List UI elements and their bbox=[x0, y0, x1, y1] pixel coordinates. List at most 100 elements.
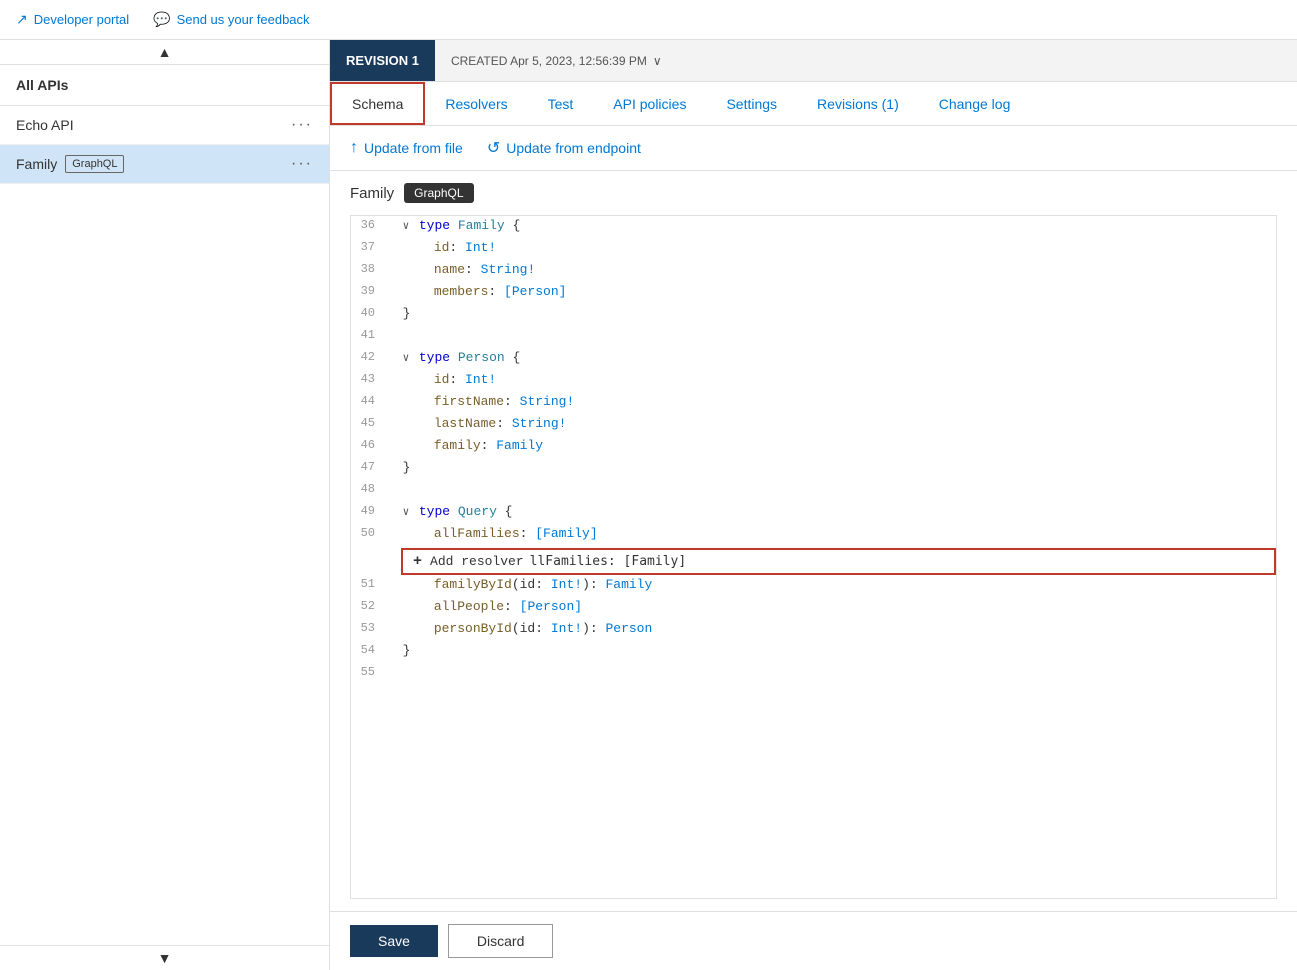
line-number: 50 bbox=[351, 524, 387, 540]
code-line: 42 ∨ type Person { bbox=[351, 348, 1276, 370]
family-graphql-badge: GraphQL bbox=[65, 155, 124, 173]
line-content: id: Int! bbox=[387, 238, 1268, 255]
revision-meta: CREATED Apr 5, 2023, 12:56:39 PM ∨ bbox=[435, 54, 678, 68]
revision-chevron[interactable]: ∨ bbox=[653, 54, 662, 68]
line-content: } bbox=[387, 641, 1268, 658]
upload-file-icon: ↑ bbox=[350, 139, 358, 157]
line-number: 52 bbox=[351, 597, 387, 613]
external-link-icon: ↗ bbox=[16, 11, 28, 28]
tab-test[interactable]: Test bbox=[528, 82, 594, 125]
line-number: 40 bbox=[351, 304, 387, 320]
main-layout: ▲ All APIs Echo API ··· Family GraphQL ·… bbox=[0, 40, 1297, 970]
feedback-icon: 💬 bbox=[153, 11, 170, 28]
code-line: 53 personById(id: Int!): Person bbox=[351, 619, 1276, 641]
code-line: 54 } bbox=[351, 641, 1276, 663]
line-content: } bbox=[387, 458, 1268, 475]
line-content: firstName: String! bbox=[387, 392, 1268, 409]
add-resolver-row[interactable]: + Add resolver llFamilies: [Family] bbox=[401, 548, 1276, 575]
tab-schema[interactable]: Schema bbox=[330, 82, 425, 125]
revision-created-label: CREATED Apr 5, 2023, 12:56:39 PM bbox=[451, 54, 647, 68]
code-line: 41 bbox=[351, 326, 1276, 348]
action-bar: ↑ Update from file ↺ Update from endpoin… bbox=[330, 126, 1297, 171]
tab-schema-label: Schema bbox=[352, 96, 403, 112]
sidebar-item-family[interactable]: Family GraphQL ··· bbox=[0, 145, 329, 184]
update-from-endpoint-button[interactable]: ↺ Update from endpoint bbox=[487, 138, 641, 158]
code-line: 49 ∨ type Query { bbox=[351, 502, 1276, 524]
code-line: 52 allPeople: [Person] bbox=[351, 597, 1276, 619]
line-content: members: [Person] bbox=[387, 282, 1268, 299]
line-content: family: Family bbox=[387, 436, 1268, 453]
tab-revisions-label: Revisions (1) bbox=[817, 96, 899, 112]
revision-tab[interactable]: REVISION 1 bbox=[330, 40, 435, 81]
line-content: lastName: String! bbox=[387, 414, 1268, 431]
tab-api-policies[interactable]: API policies bbox=[593, 82, 706, 125]
content-area: REVISION 1 CREATED Apr 5, 2023, 12:56:39… bbox=[330, 40, 1297, 970]
code-line: 50 allFamilies: [Family] bbox=[351, 524, 1276, 546]
tab-settings-label: Settings bbox=[726, 96, 777, 112]
add-resolver-label-text: Add resolver bbox=[430, 554, 524, 569]
tab-changelog[interactable]: Change log bbox=[919, 82, 1031, 125]
line-number: 54 bbox=[351, 641, 387, 657]
discard-button[interactable]: Discard bbox=[448, 924, 553, 958]
code-line: 47 } bbox=[351, 458, 1276, 480]
line-content: } bbox=[387, 304, 1268, 321]
code-line: 48 bbox=[351, 480, 1276, 502]
echo-api-name: Echo API bbox=[16, 117, 74, 133]
tab-revisions[interactable]: Revisions (1) bbox=[797, 82, 919, 125]
line-number: 55 bbox=[351, 663, 387, 679]
schema-name-label: Family bbox=[350, 185, 394, 202]
feedback-link[interactable]: 💬 Send us your feedback bbox=[153, 11, 309, 28]
schema-viewer: Family GraphQL 36 ∨ type Family {37 id: … bbox=[330, 171, 1297, 911]
family-menu[interactable]: ··· bbox=[291, 155, 313, 173]
line-number: 43 bbox=[351, 370, 387, 386]
update-from-endpoint-label: Update from endpoint bbox=[506, 140, 641, 156]
tab-test-label: Test bbox=[548, 96, 574, 112]
code-lines: 36 ∨ type Family {37 id: Int!38 name: St… bbox=[351, 216, 1276, 685]
tab-resolvers-label: Resolvers bbox=[445, 96, 507, 112]
line-number: 46 bbox=[351, 436, 387, 452]
sidebar: ▲ All APIs Echo API ··· Family GraphQL ·… bbox=[0, 40, 330, 970]
schema-graphql-badge: GraphQL bbox=[404, 183, 473, 203]
schema-label-row: Family GraphQL bbox=[350, 183, 1277, 203]
code-line: 55 bbox=[351, 663, 1276, 685]
chevron-down-icon: ▼ bbox=[158, 950, 172, 966]
code-content[interactable]: 36 ∨ type Family {37 id: Int!38 name: St… bbox=[351, 216, 1276, 898]
all-apis-label: All APIs bbox=[16, 77, 68, 93]
code-line: 44 firstName: String! bbox=[351, 392, 1276, 414]
line-content: id: Int! bbox=[387, 370, 1268, 387]
code-line: 43 id: Int! bbox=[351, 370, 1276, 392]
sidebar-scroll-up[interactable]: ▲ bbox=[0, 40, 329, 65]
line-number: 49 bbox=[351, 502, 387, 518]
sidebar-item-echo-api[interactable]: Echo API ··· bbox=[0, 106, 329, 145]
line-content: ∨ type Query { bbox=[387, 502, 1268, 519]
update-from-file-label: Update from file bbox=[364, 140, 463, 156]
refresh-icon: ↺ bbox=[487, 138, 500, 158]
echo-api-menu[interactable]: ··· bbox=[291, 116, 313, 134]
line-number: 37 bbox=[351, 238, 387, 254]
developer-portal-link[interactable]: ↗ Developer portal bbox=[16, 11, 129, 28]
line-number: 45 bbox=[351, 414, 387, 430]
line-number: 53 bbox=[351, 619, 387, 635]
line-number: 51 bbox=[351, 575, 387, 591]
line-content: familyById(id: Int!): Family bbox=[387, 575, 1268, 592]
update-from-file-button[interactable]: ↑ Update from file bbox=[350, 139, 463, 157]
sidebar-header: All APIs bbox=[0, 65, 329, 106]
line-content: allPeople: [Person] bbox=[387, 597, 1268, 614]
line-content: ∨ type Family { bbox=[387, 216, 1268, 233]
code-editor[interactable]: 36 ∨ type Family {37 id: Int!38 name: St… bbox=[350, 215, 1277, 899]
line-content bbox=[387, 480, 1268, 482]
tab-resolvers[interactable]: Resolvers bbox=[425, 82, 527, 125]
developer-portal-label: Developer portal bbox=[34, 12, 129, 27]
tab-settings[interactable]: Settings bbox=[706, 82, 797, 125]
code-line: 39 members: [Person] bbox=[351, 282, 1276, 304]
line-number: 48 bbox=[351, 480, 387, 496]
plus-icon: + bbox=[413, 553, 422, 570]
sidebar-scroll-down[interactable]: ▼ bbox=[0, 945, 329, 970]
code-line: 46 family: Family bbox=[351, 436, 1276, 458]
code-line: 51 familyById(id: Int!): Family bbox=[351, 575, 1276, 597]
tab-api-policies-label: API policies bbox=[613, 96, 686, 112]
chevron-up-icon: ▲ bbox=[158, 44, 172, 60]
horizontal-scrollbar[interactable] bbox=[351, 898, 1276, 899]
line-content bbox=[387, 663, 1268, 665]
save-button[interactable]: Save bbox=[350, 925, 438, 957]
